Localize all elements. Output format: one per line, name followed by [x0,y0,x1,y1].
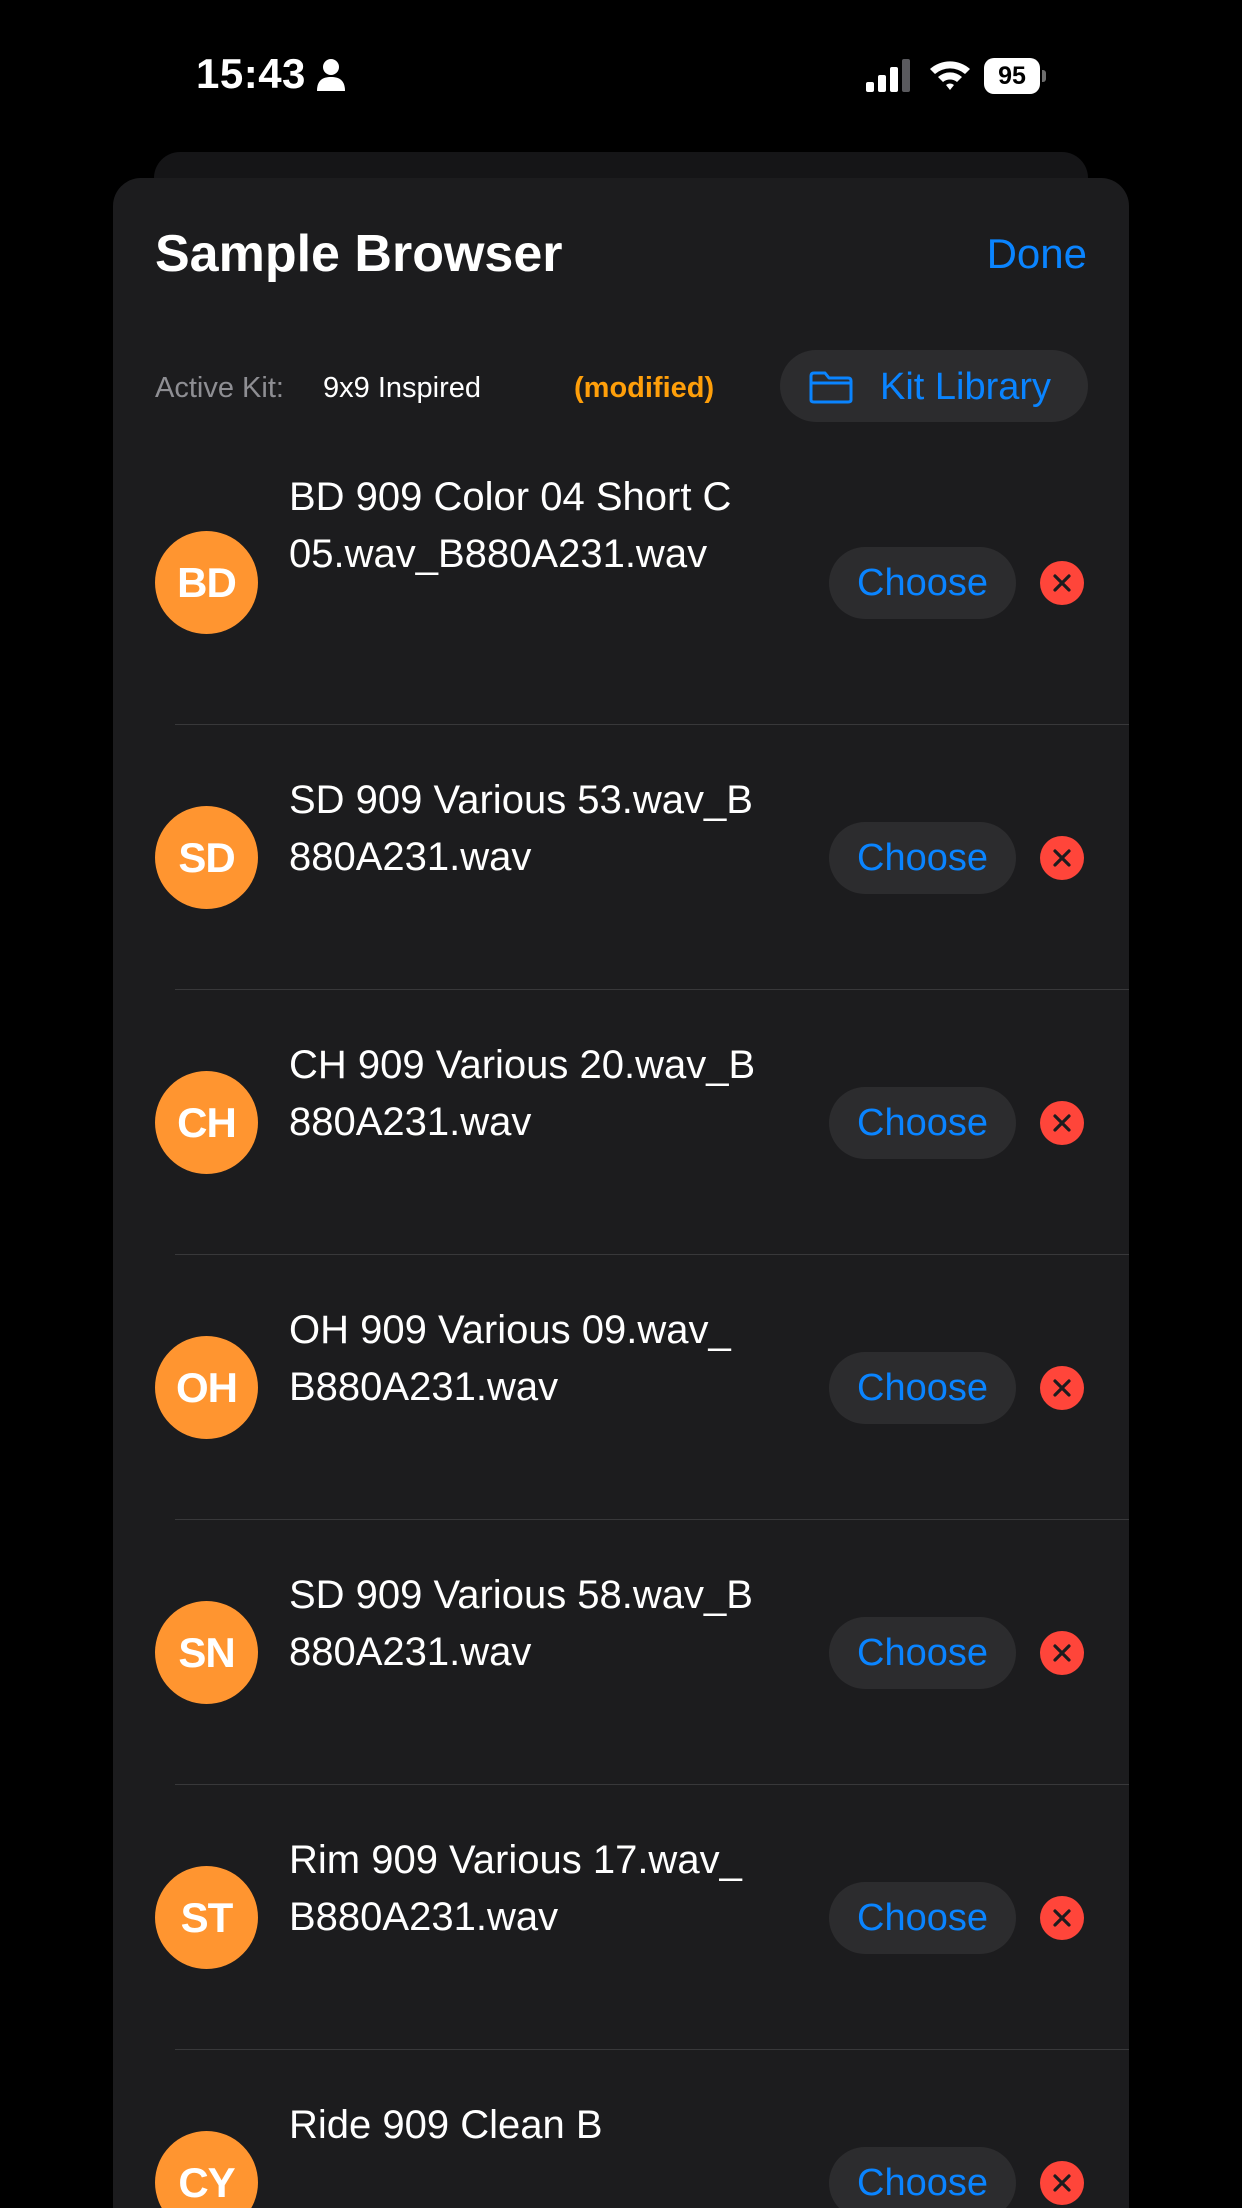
close-icon [1053,2174,1071,2192]
sample-name: SD 909 Various 58.wav_B880A231.wav [289,1573,753,1674]
close-icon [1053,1379,1071,1397]
sample-name: BD 909 Color 04 Short C 05.wav_B880A231.… [289,475,732,576]
pad-badge-label: CY [178,2159,235,2206]
choose-button[interactable]: Choose [829,1352,1016,1424]
pad-badge-label: CH [177,1099,237,1146]
pad-badge: SN [155,1601,258,1704]
pad-badge-label: SN [178,1629,235,1676]
sample-name: Ride 909 Clean B [289,2103,603,2147]
sample-browser-sheet: Sample Browser Done Active Kit: 9x9 Insp… [113,178,1129,2208]
folder-icon [809,371,853,404]
choose-button[interactable]: Choose [829,1087,1016,1159]
choose-button[interactable]: Choose [829,1617,1016,1689]
close-icon [1053,574,1071,592]
choose-button[interactable]: Choose [829,547,1016,619]
kit-library-label: Kit Library [880,366,1052,408]
signal-icon [866,59,910,92]
remove-sample-button[interactable] [1040,1101,1084,1145]
kit-library-button[interactable]: Kit Library [780,350,1088,422]
choose-label: Choose [857,1897,988,1939]
pad-badge-label: ST [180,1894,234,1941]
pad-badge: SD [155,806,258,909]
remove-sample-button[interactable] [1040,2161,1084,2205]
sample-row: CH CH 909 Various 20.wav_B880A231.wav Ch… [113,990,1129,1255]
pad-badge-label: SD [178,834,235,881]
pad-badge: ST [155,1866,258,1969]
pad-badge: CY [155,2131,258,2208]
remove-sample-button[interactable] [1040,1366,1084,1410]
choose-label: Choose [857,1367,988,1409]
sample-row: SD SD 909 Various 53.wav_B880A231.wav Ch… [113,725,1129,990]
close-icon [1053,1909,1071,1927]
person-icon [317,59,345,91]
sample-row: ST Rim 909 Various 17.wav_B880A231.wav C… [113,1785,1129,2050]
choose-label: Choose [857,1102,988,1144]
sample-name: CH 909 Various 20.wav_B880A231.wav [289,1043,756,1144]
sample-row: CY Ride 909 Clean B Choose [113,2050,1129,2208]
wifi-icon [930,61,970,90]
sample-name: Rim 909 Various 17.wav_B880A231.wav [289,1838,742,1939]
pad-badge: BD [155,531,258,634]
choose-button[interactable]: Choose [829,1882,1016,1954]
remove-sample-button[interactable] [1040,561,1084,605]
close-icon [1053,1114,1071,1132]
battery-icon: 95 [984,58,1046,94]
close-icon [1053,1644,1071,1662]
sample-list: BD BD 909 Color 04 Short C 05.wav_B880A2… [113,460,1129,2208]
pad-badge: CH [155,1071,258,1174]
sample-row: SN SD 909 Various 58.wav_B880A231.wav Ch… [113,1520,1129,1785]
kit-modified-badge: (modified) [574,372,715,404]
remove-sample-button[interactable] [1040,1896,1084,1940]
status-time: 15:43 [196,50,306,97]
choose-label: Choose [857,2162,988,2204]
close-icon [1053,849,1071,867]
sample-row: OH OH 909 Various 09.wav_B880A231.wav Ch… [113,1255,1129,1520]
remove-sample-button[interactable] [1040,836,1084,880]
sample-name: OH 909 Various 09.wav_B880A231.wav [289,1308,731,1409]
choose-label: Choose [857,837,988,879]
battery-level: 95 [998,62,1026,90]
status-bar: 15:43 95 [0,0,1242,150]
choose-label: Choose [857,1632,988,1674]
sheet-title: Sample Browser [155,225,563,283]
active-kit-name: 9x9 Inspired [323,372,481,404]
screen: 15:43 95 Sample Browser Done Active Kit: [0,0,1242,2208]
pad-badge-label: OH [176,1364,238,1411]
pad-badge: OH [155,1336,258,1439]
choose-button[interactable]: Choose [829,2147,1016,2208]
pad-badge-label: BD [177,559,237,606]
done-button[interactable]: Done [987,230,1087,278]
choose-button[interactable]: Choose [829,822,1016,894]
sample-row: BD BD 909 Color 04 Short C 05.wav_B880A2… [113,460,1129,725]
remove-sample-button[interactable] [1040,1631,1084,1675]
choose-label: Choose [857,562,988,604]
active-kit-label: Active Kit: [155,372,284,404]
sample-name: SD 909 Various 53.wav_B880A231.wav [289,778,753,879]
